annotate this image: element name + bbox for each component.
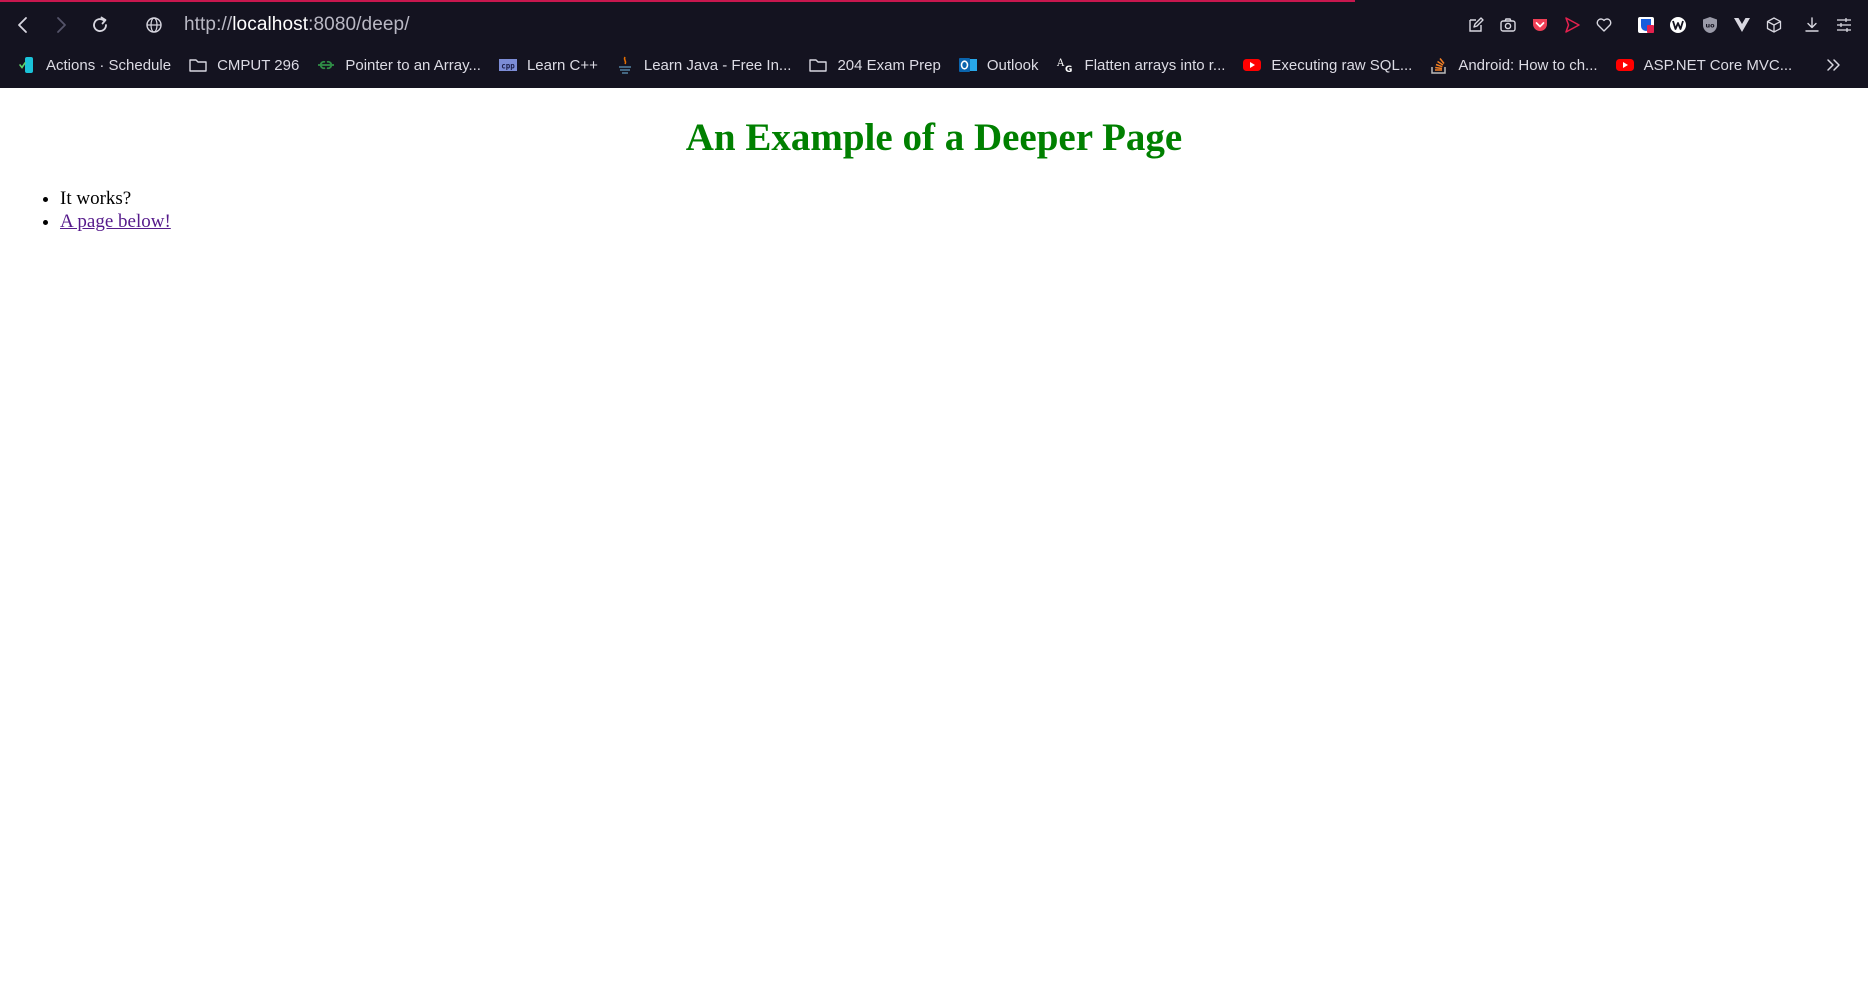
svg-text:G: G — [1065, 65, 1072, 75]
bitwarden-extension[interactable] — [1630, 9, 1662, 41]
bookmark-label: Learn C++ — [526, 56, 598, 74]
vue-devtools-extension[interactable] — [1726, 9, 1758, 41]
bookmark-label: CMPUT 296 — [217, 56, 300, 74]
schedule-icon — [17, 55, 37, 75]
bookmark-actions-schedule[interactable]: Actions · Schedule — [17, 55, 171, 75]
back-icon — [18, 17, 27, 33]
svg-text:uo: uo — [1705, 22, 1715, 30]
list-item-text: It works? — [60, 188, 132, 209]
svg-text:A: A — [1056, 58, 1065, 69]
site-info-button[interactable] — [136, 7, 172, 43]
page-content: An Example of a Deeper Page It works? A … — [0, 88, 1868, 1000]
stackoverflow-icon — [1429, 55, 1449, 75]
bookmark-learn-cpp[interactable]: cpp Learn C++ — [498, 55, 598, 75]
svg-text:cpp: cpp — [501, 62, 515, 71]
bookmark-label: Executing raw SQL... — [1271, 56, 1413, 74]
list-item: It works? — [60, 187, 171, 210]
bookmark-label: ASP.NET Core MVC... — [1643, 56, 1793, 74]
folder-icon — [188, 55, 208, 75]
outlook-icon — [958, 55, 978, 75]
w-extension[interactable] — [1662, 9, 1694, 41]
easy-setup-button[interactable] — [1828, 9, 1860, 41]
browser-chrome: http://localhost:8080/deep/ uo Actions ·… — [0, 0, 1868, 88]
pocket-button[interactable] — [1524, 9, 1556, 41]
address-scheme: http:// — [184, 14, 233, 35]
ublock-icon: uo — [1702, 17, 1718, 33]
bookmark-aspnet-core-mvc[interactable]: ASP.NET Core MVC... — [1615, 55, 1793, 75]
bookmark-android-how-to[interactable]: Android: How to ch... — [1429, 55, 1598, 75]
bookmark-label: Flatten arrays into r... — [1084, 56, 1226, 74]
send-button[interactable] — [1556, 9, 1588, 41]
reload-icon — [93, 16, 107, 32]
bookmark-label: Learn Java - Free In... — [643, 56, 792, 74]
favorites-button[interactable] — [1588, 9, 1620, 41]
extensions-toolbar: uo — [1460, 4, 1868, 46]
heart-icon — [1596, 18, 1612, 32]
address-bar[interactable]: http://localhost:8080/deep/ — [184, 14, 410, 36]
downloads-button[interactable] — [1796, 9, 1828, 41]
address-host: localhost — [232, 14, 309, 35]
bookmark-label: Pointer to an Array... — [345, 56, 481, 74]
ag-icon: A G — [1056, 55, 1076, 75]
back-button[interactable] — [5, 7, 41, 43]
bookmark-executing-raw-sql[interactable]: Executing raw SQL... — [1242, 55, 1412, 75]
java-icon — [615, 55, 635, 75]
page-below-link[interactable]: A page below! — [60, 211, 171, 232]
edit-page-button[interactable] — [1460, 9, 1492, 41]
cpp-icon: cpp — [498, 55, 518, 75]
menu-icon — [1837, 18, 1851, 32]
bookmark-folder-204-exam-prep[interactable]: 204 Exam Prep — [808, 55, 941, 75]
site-info-icon — [146, 17, 162, 33]
bookmark-learn-java[interactable]: Learn Java - Free In... — [615, 55, 792, 75]
screenshot-button[interactable] — [1492, 9, 1524, 41]
bookmark-outlook[interactable]: Outlook — [958, 55, 1039, 75]
ublock-extension[interactable]: uo — [1694, 9, 1726, 41]
page-title: An Example of a Deeper Page — [685, 116, 1183, 159]
page-load-indicator — [0, 0, 1355, 2]
item-list: It works? A page below! — [20, 187, 171, 233]
downloads-icon — [1805, 17, 1819, 32]
list-item: A page below! — [60, 210, 171, 233]
address-path: :8080/deep/ — [308, 14, 410, 35]
forward-button[interactable] — [43, 7, 79, 43]
cube-icon — [1766, 17, 1782, 33]
edit-page-icon — [1469, 17, 1484, 32]
forward-icon — [57, 17, 66, 33]
send-icon — [1565, 17, 1580, 33]
bookmark-pointer-array[interactable]: Pointer to an Array... — [316, 55, 481, 75]
youtube-icon — [1242, 55, 1262, 75]
geeksforgeeks-icon — [316, 55, 336, 75]
youtube-icon — [1615, 55, 1635, 75]
chevron-double-right-icon[interactable] — [1824, 55, 1844, 75]
reload-button[interactable] — [82, 7, 118, 43]
navigation-bar: http://localhost:8080/deep/ uo — [0, 4, 1868, 46]
pocket-icon — [1533, 19, 1547, 31]
bookmarks-bar: Actions · Schedule CMPUT 296 Pointer to … — [0, 48, 1868, 82]
bookmark-label: 204 Exam Prep — [837, 56, 941, 74]
bookmark-label: Android: How to ch... — [1458, 56, 1598, 74]
bitwarden-icon — [1638, 17, 1654, 33]
vue-devtools-icon — [1734, 18, 1750, 32]
bookmark-flatten-arrays[interactable]: A G Flatten arrays into r... — [1056, 55, 1226, 76]
bookmark-label: Actions · Schedule — [46, 56, 172, 74]
cube-extension[interactable] — [1758, 9, 1790, 41]
folder-icon — [808, 55, 828, 75]
bookmark-label: Outlook — [986, 56, 1039, 74]
w-extension-icon — [1670, 17, 1686, 33]
bookmark-folder-cmput-296[interactable]: CMPUT 296 — [188, 55, 299, 75]
camera-icon — [1500, 18, 1516, 32]
